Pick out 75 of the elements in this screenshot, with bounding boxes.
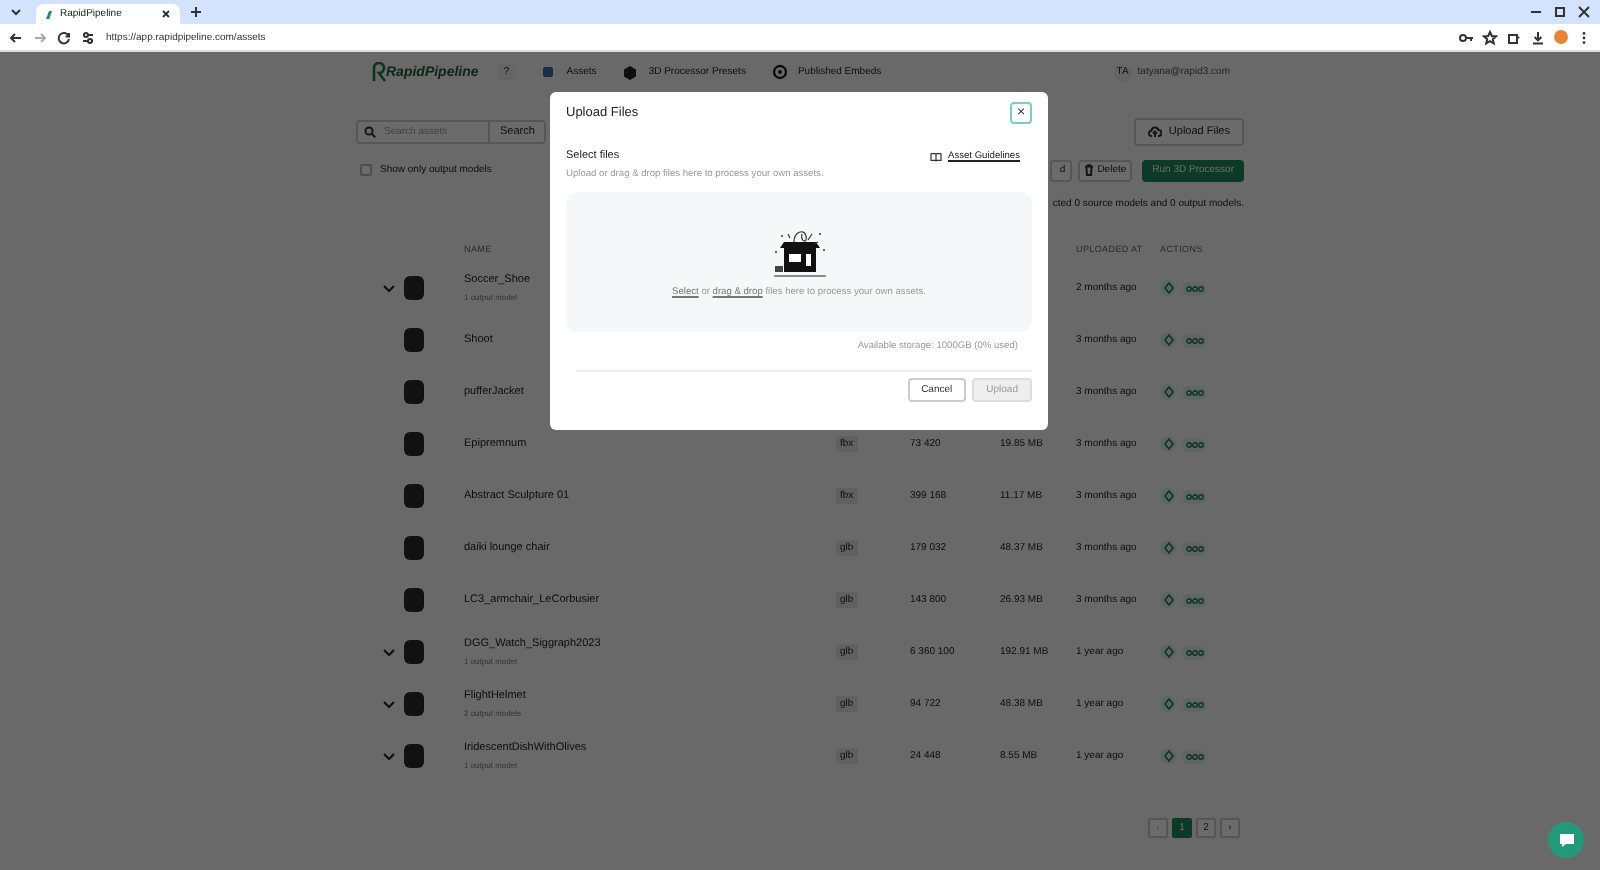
site-info-icon[interactable]	[80, 29, 96, 45]
process-button[interactable]	[1160, 488, 1176, 504]
more-icon	[1185, 337, 1203, 343]
cloud-upload-icon	[1148, 126, 1163, 138]
trash-icon	[1083, 164, 1094, 176]
model-thumbnail	[404, 744, 424, 768]
plus-icon[interactable]	[188, 4, 204, 20]
more-icon	[1185, 285, 1203, 291]
process-button[interactable]	[1160, 332, 1176, 348]
forward-icon[interactable]	[32, 29, 48, 45]
key-icon[interactable]	[1458, 29, 1474, 45]
chevron-down-icon[interactable]	[8, 4, 24, 20]
more-icon	[1185, 545, 1203, 551]
more-button[interactable]	[1182, 281, 1206, 295]
diamond-icon	[1163, 438, 1173, 450]
diamond-icon	[1163, 386, 1173, 398]
diamond-icon	[1163, 282, 1173, 294]
model-thumbnail	[404, 276, 424, 300]
search-icon	[364, 126, 376, 138]
reload-icon[interactable]	[56, 29, 72, 45]
process-button[interactable]	[1160, 540, 1176, 556]
more-button[interactable]	[1182, 541, 1206, 555]
more-button[interactable]	[1182, 385, 1206, 399]
more-button[interactable]	[1182, 489, 1206, 503]
star-icon[interactable]	[1482, 29, 1498, 45]
book-icon	[930, 151, 942, 161]
more-icon	[1185, 597, 1203, 603]
process-button[interactable]	[1160, 384, 1176, 400]
more-icon	[1185, 389, 1203, 395]
process-button[interactable]	[1160, 696, 1176, 712]
more-icon	[1185, 753, 1203, 759]
more-button[interactable]	[1182, 697, 1206, 711]
diamond-icon	[1163, 594, 1173, 606]
model-thumbnail	[404, 640, 424, 664]
embeds-icon	[771, 64, 788, 80]
page-icon	[44, 9, 54, 19]
diamond-icon	[1163, 542, 1173, 554]
checkbox[interactable]	[360, 164, 372, 176]
more-icon	[1185, 701, 1203, 707]
diamond-icon	[1163, 490, 1173, 502]
more-icon	[1185, 493, 1203, 499]
diamond-icon	[1163, 750, 1173, 762]
process-button[interactable]	[1160, 644, 1176, 660]
model-thumbnail	[404, 432, 424, 456]
more-button[interactable]	[1182, 749, 1206, 763]
chat-bubble-icon	[1557, 832, 1575, 848]
more-icon	[1185, 649, 1203, 655]
diamond-icon	[1163, 646, 1173, 658]
close-icon[interactable]	[160, 8, 172, 20]
model-thumbnail	[404, 692, 424, 716]
process-button[interactable]	[1160, 592, 1176, 608]
logo-icon	[372, 62, 386, 82]
more-button[interactable]	[1182, 645, 1206, 659]
model-thumbnail	[404, 328, 424, 352]
puzzle-icon[interactable]	[1506, 29, 1522, 45]
diamond-icon	[1163, 698, 1173, 710]
assets-icon	[540, 64, 557, 80]
model-thumbnail	[404, 536, 424, 560]
process-button[interactable]	[1160, 748, 1176, 764]
more-button[interactable]	[1182, 593, 1206, 607]
profile-avatar[interactable]	[1554, 30, 1568, 44]
back-icon[interactable]	[8, 29, 24, 45]
diamond-icon	[1163, 334, 1173, 346]
process-button[interactable]	[1160, 280, 1176, 296]
presets-icon	[622, 64, 639, 80]
model-thumbnail	[404, 484, 424, 508]
restore-icon[interactable]	[1552, 4, 1568, 20]
process-button[interactable]	[1160, 436, 1176, 452]
download-icon[interactable]	[1530, 29, 1546, 45]
model-thumbnail	[404, 380, 424, 404]
more-button[interactable]	[1182, 333, 1206, 347]
more-icon	[1185, 441, 1203, 447]
close-icon[interactable]	[1576, 4, 1592, 20]
model-thumbnail	[404, 588, 424, 612]
more-button[interactable]	[1182, 437, 1206, 451]
